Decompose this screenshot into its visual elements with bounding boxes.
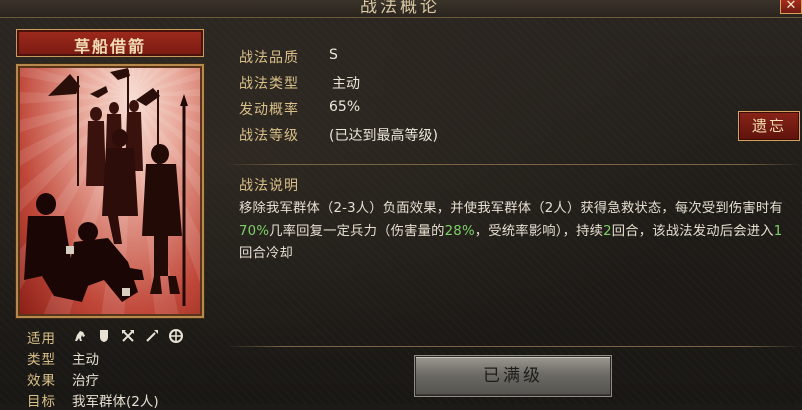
effect-value: 治疗 xyxy=(72,373,99,389)
target-label: 目标 xyxy=(27,394,56,410)
divider-bottom xyxy=(226,346,802,347)
level-label: 战法等级 xyxy=(239,128,299,144)
cavalry-icon xyxy=(75,331,85,341)
close-button[interactable]: ✕ xyxy=(780,0,802,14)
rate-label: 发动概率 xyxy=(239,102,299,118)
kind-label: 类型 xyxy=(27,352,56,368)
skill-name: 草船借箭 xyxy=(73,37,146,56)
cooldown-highlight: 1 xyxy=(773,223,783,239)
troop-icons xyxy=(72,328,192,344)
skill-card-art xyxy=(16,64,204,318)
level-value: (已达到最高等级) xyxy=(329,128,438,144)
archer-icon xyxy=(122,330,134,342)
quality-label: 战法品质 xyxy=(239,50,299,66)
siege-icon xyxy=(169,329,183,343)
type-label: 战法类型 xyxy=(239,76,299,92)
skill-name-banner: 草船借箭 xyxy=(16,29,204,57)
applicable-label: 适用 xyxy=(27,331,56,347)
title-bar: 战法概论 xyxy=(0,0,802,18)
rate-value: 65% xyxy=(329,99,361,115)
forget-button[interactable]: 遗忘 xyxy=(738,111,800,141)
kind-value: 主动 xyxy=(72,352,99,368)
description-text: 移除我军群体（2-3人）负面效果，并使我军群体（2人）获得急救状态，每次受到伤害… xyxy=(239,201,783,261)
target-value: 我军群体(2人) xyxy=(72,394,159,410)
max-level-button[interactable]: 已满级 xyxy=(415,356,611,396)
shield-icon xyxy=(100,330,108,342)
rate-highlight: 70% xyxy=(239,223,270,239)
duration-highlight: 2 xyxy=(603,223,612,239)
divider xyxy=(226,164,802,165)
window-title: 战法概论 xyxy=(360,0,440,17)
spear-icon xyxy=(146,330,158,342)
quality-value: S xyxy=(329,47,338,63)
type-value: 主动 xyxy=(332,76,360,92)
description-title: 战法说明 xyxy=(239,178,299,194)
effect-label: 效果 xyxy=(27,373,56,389)
warriors-illustration xyxy=(24,68,188,306)
heal-highlight: 28% xyxy=(444,223,475,239)
